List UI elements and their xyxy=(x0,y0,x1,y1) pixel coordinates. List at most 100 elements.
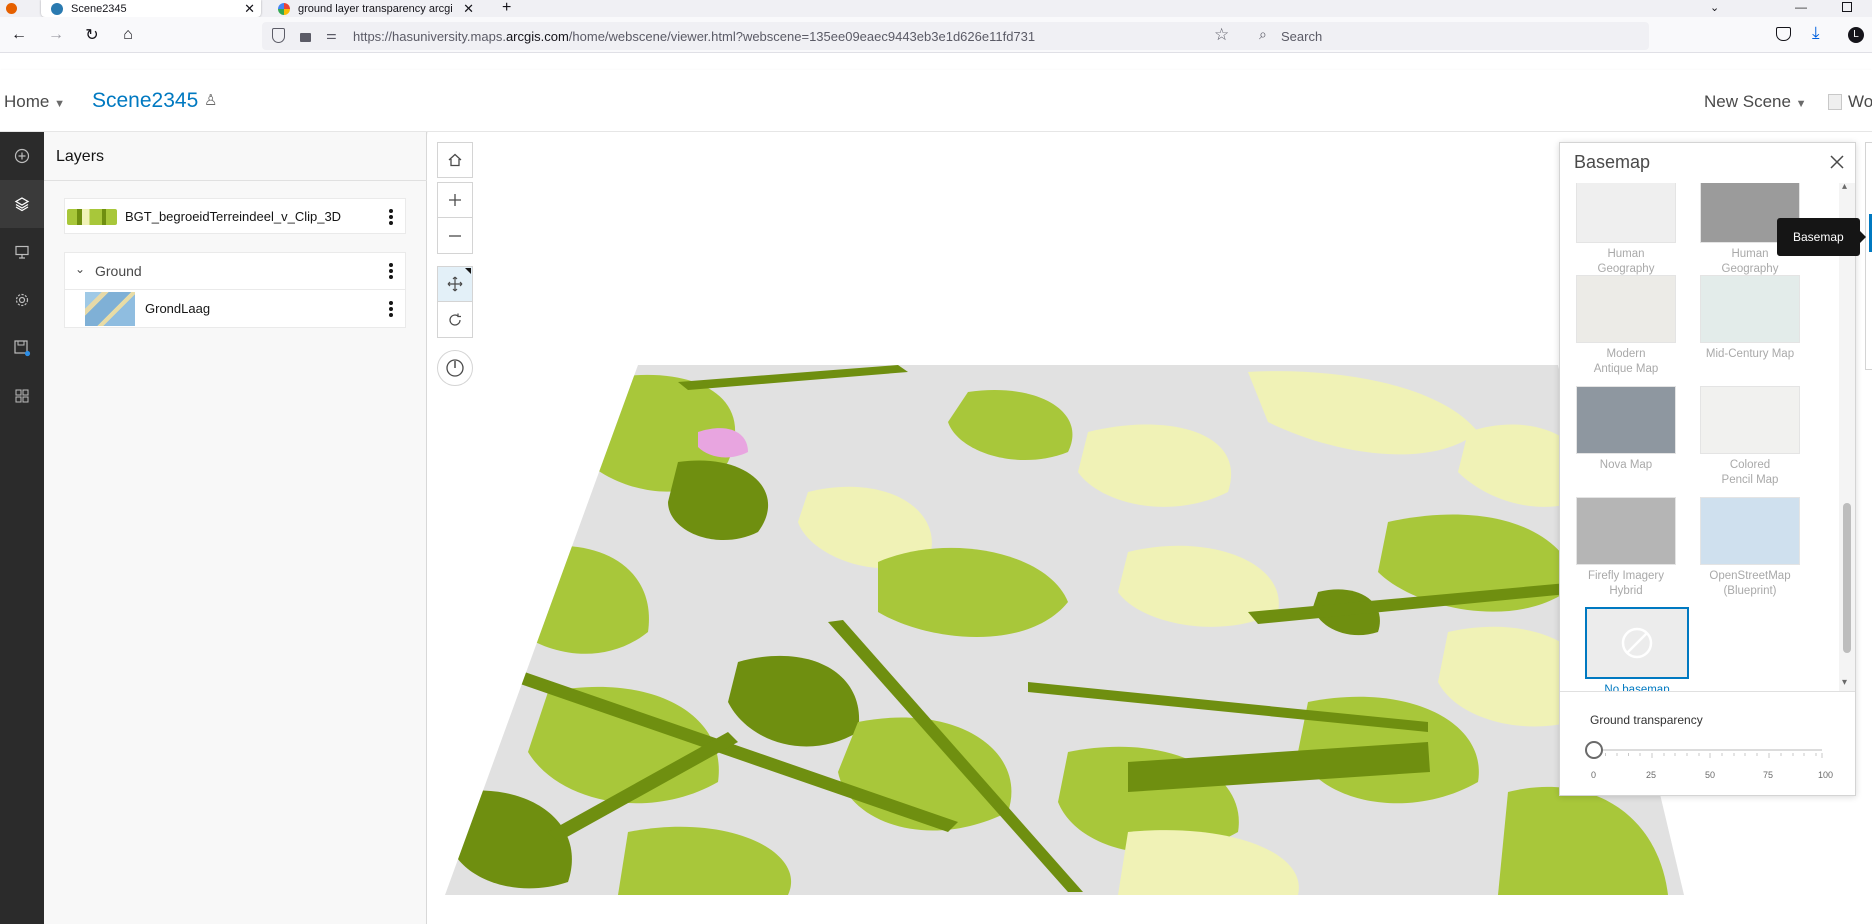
save-button[interactable] xyxy=(0,324,44,372)
ground-options-icon[interactable] xyxy=(389,263,393,279)
compass-button[interactable] xyxy=(437,350,473,386)
tab-title: Scene2345 xyxy=(71,2,127,15)
layer-name: BGT_begroeidTerreindeel_v_Clip_3D xyxy=(125,209,342,224)
basemap-item[interactable]: Mid-Century Map xyxy=(1698,275,1802,362)
minus-icon xyxy=(449,234,461,237)
lock-icon[interactable] xyxy=(300,33,311,42)
basemap-tooltip: Basemap xyxy=(1777,218,1866,256)
plus-icon xyxy=(449,194,461,206)
reload-icon[interactable]: ↻ xyxy=(82,25,102,45)
tick-label: 0 xyxy=(1591,770,1597,780)
new-scene-menu[interactable]: New Scene ▼ xyxy=(1704,92,1807,112)
account-icon[interactable]: L xyxy=(1848,27,1864,43)
layers-icon xyxy=(14,197,30,212)
basemap-label: Modern Antique Map xyxy=(1593,348,1659,375)
gear-icon xyxy=(15,293,29,307)
basemap-item[interactable]: Modern Antique Map xyxy=(1574,275,1678,377)
home-menu[interactable]: Home ▼ xyxy=(4,92,65,112)
list-tabs-icon[interactable]: ⌄ xyxy=(1710,1,1719,14)
basemap-label: Nova Map xyxy=(1599,459,1653,471)
basemap-item[interactable]: OpenStreetMap (Blueprint) xyxy=(1698,497,1802,599)
layer-options-icon[interactable] xyxy=(389,209,393,225)
gallery-scrollbar[interactable]: ▴ ▾ xyxy=(1839,181,1855,691)
zoom-in-button[interactable] xyxy=(437,182,473,218)
add-circle-icon xyxy=(14,148,30,164)
chevron-down-icon[interactable]: ⌄ xyxy=(75,262,85,276)
properties-button[interactable] xyxy=(0,276,44,324)
downloads-icon[interactable]: ⤓ xyxy=(1812,23,1820,43)
basemap-item[interactable]: Firefly Imagery Hybrid xyxy=(1574,497,1678,599)
more-tools-indicator xyxy=(465,268,471,274)
pocket-icon[interactable] xyxy=(1776,27,1791,41)
basemap-label: Colored Pencil Map xyxy=(1721,459,1779,486)
close-tab-icon[interactable]: ✕ xyxy=(463,0,474,17)
basemap-item-selected[interactable]: No basemap xyxy=(1585,607,1689,691)
layer-item-bgt[interactable]: BGT_begroeidTerreindeel_v_Clip_3D xyxy=(64,198,406,234)
back-icon[interactable]: ← xyxy=(9,25,29,45)
chevron-down-icon: ▼ xyxy=(54,98,65,110)
widgets-button[interactable] xyxy=(0,372,44,420)
layers-button[interactable] xyxy=(0,180,44,228)
rotate-button[interactable] xyxy=(437,302,473,338)
osm-blueprint-thumb xyxy=(1700,497,1800,565)
nova-thumb xyxy=(1576,386,1676,454)
layers-panel-title: Layers xyxy=(56,148,105,165)
browser-nav-bar: ← → ↻ ⌂ ⚌ https://hasuniversity.maps.arc… xyxy=(0,17,1872,53)
basemap-item[interactable]: Nova Map xyxy=(1574,386,1678,473)
bookmark-star-icon[interactable]: ☆ xyxy=(1214,25,1229,45)
close-tab-icon[interactable]: ✕ xyxy=(244,0,255,17)
zoom-out-button[interactable] xyxy=(437,218,473,254)
browser-tab-google[interactable]: ground layer transparency arcgi ✕ xyxy=(268,0,478,17)
url-bar[interactable]: ⚌ https://hasuniversity.maps.arcgis.com/… xyxy=(262,22,1262,50)
colored-pencil-thumb xyxy=(1700,386,1800,454)
layer-thumbnail xyxy=(67,209,117,225)
human-geography-thumb xyxy=(1576,183,1676,243)
user-menu[interactable]: Wo xyxy=(1848,92,1872,112)
add-layer-button[interactable] xyxy=(0,132,44,180)
slider-thumb[interactable] xyxy=(1585,741,1603,759)
ground-layer-item[interactable]: GrondLaag xyxy=(65,290,405,328)
basemap-gallery[interactable]: Human Geography Map Human Geography Dark… xyxy=(1560,183,1841,691)
new-tab-button[interactable]: + xyxy=(502,0,511,17)
forward-icon[interactable]: → xyxy=(46,25,66,45)
presentation-icon xyxy=(15,245,29,259)
no-basemap-thumb xyxy=(1585,607,1689,679)
firefox-icon[interactable] xyxy=(6,3,17,14)
slides-button[interactable] xyxy=(0,228,44,276)
transparency-slider[interactable] xyxy=(1585,739,1824,765)
ground-group: ⌄ Ground GrondLaag xyxy=(64,252,406,328)
user-avatar[interactable] xyxy=(1828,94,1842,110)
compass-icon xyxy=(446,359,464,377)
minimize-window-icon[interactable]: — xyxy=(1795,0,1807,14)
google-icon xyxy=(278,2,290,15)
scroll-thumb[interactable] xyxy=(1843,503,1851,653)
layers-panel: Layers BGT_begroeidTerreindeel_v_Clip_3D… xyxy=(44,132,427,924)
tab-title: ground layer transparency arcgi xyxy=(298,2,453,15)
close-basemap-button[interactable] xyxy=(1828,153,1846,171)
page-settings-icon[interactable]: ⚌ xyxy=(326,28,337,42)
chevron-down-icon: ▼ xyxy=(1795,98,1807,110)
ground-group-header[interactable]: ⌄ Ground xyxy=(65,253,405,289)
basemap-label: Firefly Imagery Hybrid xyxy=(1587,570,1665,597)
basemap-item[interactable]: Colored Pencil Map xyxy=(1698,386,1802,488)
modern-antique-thumb xyxy=(1576,275,1676,343)
browser-tab-scene[interactable]: Scene2345 ✕ xyxy=(41,0,261,17)
scroll-down-icon[interactable]: ▾ xyxy=(1842,677,1847,688)
rotate-icon xyxy=(449,313,461,326)
globe-icon xyxy=(51,2,63,15)
home-icon[interactable]: ⌂ xyxy=(118,25,138,45)
scroll-up-icon[interactable]: ▴ xyxy=(1842,181,1847,192)
restore-window-icon[interactable] xyxy=(1842,2,1852,12)
url-text[interactable]: https://hasuniversity.maps.arcgis.com/ho… xyxy=(353,29,1035,44)
divider xyxy=(44,180,427,181)
owner-icon: ♙ xyxy=(204,92,218,109)
shield-icon[interactable] xyxy=(272,28,285,43)
tick-label: 100 xyxy=(1818,770,1834,780)
home-icon xyxy=(448,153,462,167)
pan-button[interactable] xyxy=(437,266,473,302)
ground-layer-options-icon[interactable] xyxy=(389,301,393,317)
default-view-button[interactable] xyxy=(437,142,473,178)
right-panel-edge xyxy=(1865,142,1872,370)
ground-transparency-label: Ground transparency xyxy=(1590,713,1703,727)
browser-search-field[interactable]: ⌕ Search xyxy=(1251,22,1649,50)
